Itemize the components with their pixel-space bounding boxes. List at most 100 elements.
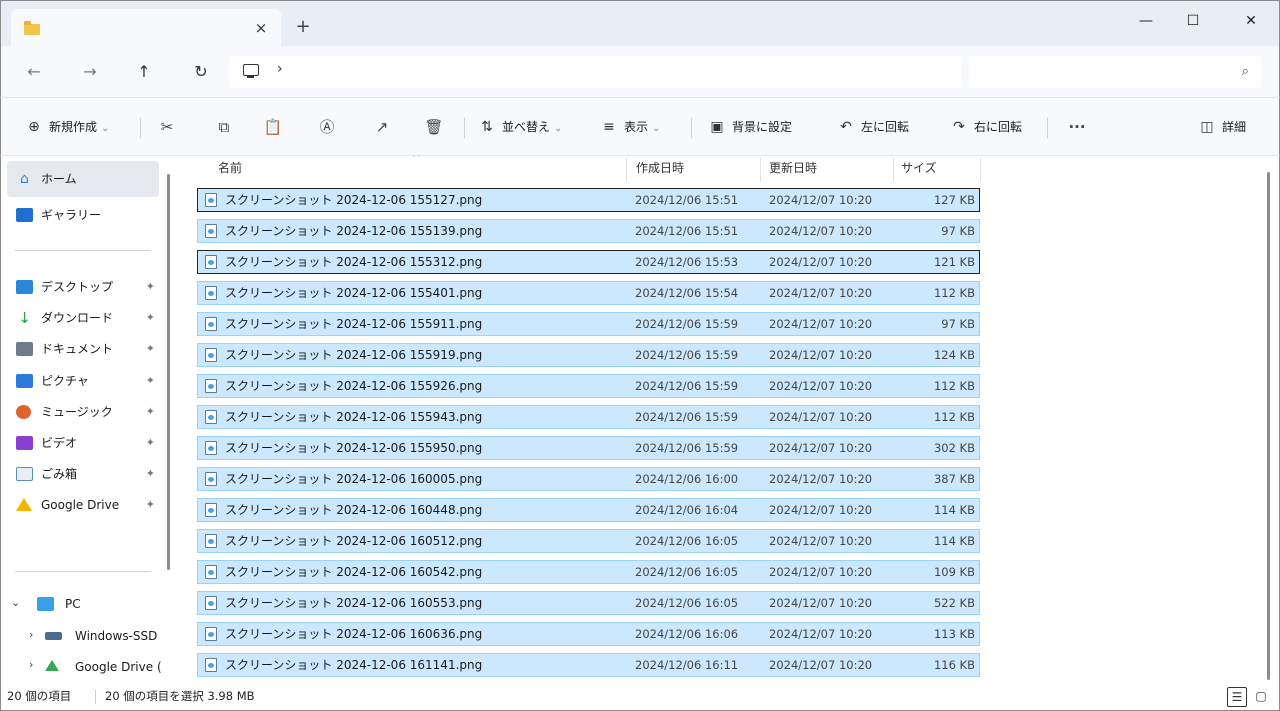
recycle-bin-icon bbox=[16, 467, 33, 481]
rotate-left-label: 左に回転 bbox=[861, 120, 910, 134]
minimize-button[interactable]: — bbox=[1126, 8, 1166, 34]
set-wallpaper-button[interactable]: ▣ 背景に設定 bbox=[708, 115, 792, 139]
sidebar-item-google-drive-drive[interactable]: Google Drive ( bbox=[41, 649, 161, 684]
file-row[interactable]: スクリーンショット 2024-12-06 155926.png 2024/12/0… bbox=[197, 374, 980, 398]
google-drive-icon bbox=[16, 498, 32, 511]
close-button[interactable]: ✕ bbox=[1231, 8, 1271, 34]
copy-button[interactable]: ⧉ bbox=[212, 115, 236, 139]
expand-pc-icon[interactable]: ⌄ bbox=[11, 596, 20, 609]
file-row[interactable]: スクリーンショット 2024-12-06 155139.png 2024/12/0… bbox=[197, 219, 980, 243]
more-options-button[interactable]: ··· bbox=[1065, 115, 1089, 139]
google-drive-icon bbox=[45, 660, 59, 671]
new-tab-button[interactable]: + bbox=[292, 16, 314, 38]
pin-icon[interactable]: ✦ bbox=[146, 331, 155, 367]
file-row[interactable]: スクリーンショット 2024-12-06 160553.png 2024/12/0… bbox=[197, 591, 980, 615]
tab-home[interactable]: × bbox=[11, 9, 281, 47]
forward-button[interactable]: → bbox=[77, 60, 103, 84]
sidebar-item-label: ビデオ bbox=[41, 436, 78, 450]
file-name: スクリーンショット 2024-12-06 155919.png bbox=[225, 348, 483, 362]
file-row[interactable]: スクリーンショット 2024-12-06 160636.png 2024/12/0… bbox=[197, 622, 980, 646]
image-file-icon bbox=[205, 410, 217, 424]
column-header-name[interactable]: 名前 bbox=[218, 156, 242, 184]
view-button[interactable]: ≡ 表示 ⌄ bbox=[600, 115, 660, 139]
delete-button[interactable]: 🗑 bbox=[422, 115, 446, 139]
file-row[interactable]: スクリーンショット 2024-12-06 155950.png 2024/12/0… bbox=[197, 436, 980, 460]
breadcrumb-chevron-icon[interactable]: › bbox=[277, 61, 283, 77]
sidebar-item-home[interactable]: ⌂ ホーム bbox=[7, 161, 159, 197]
file-row[interactable]: スクリーンショット 2024-12-06 161141.png 2024/12/0… bbox=[197, 653, 980, 677]
file-row[interactable]: スクリーンショット 2024-12-06 160448.png 2024/12/0… bbox=[197, 498, 980, 522]
cut-button[interactable]: ✂ bbox=[155, 115, 179, 139]
column-divider[interactable] bbox=[760, 158, 761, 182]
file-modified: 2024/12/07 10:20 bbox=[769, 224, 873, 238]
file-created: 2024/12/06 15:59 bbox=[635, 348, 739, 362]
file-row[interactable]: スクリーンショット 2024-12-06 155312.png 2024/12/0… bbox=[197, 250, 980, 274]
file-row[interactable]: スクリーンショット 2024-12-06 155127.png 2024/12/0… bbox=[197, 188, 980, 212]
up-button[interactable]: ↑ bbox=[131, 60, 157, 84]
maximize-button[interactable]: ☐ bbox=[1173, 8, 1213, 34]
file-list-scrollbar[interactable] bbox=[1267, 172, 1270, 680]
share-button[interactable]: ↗ bbox=[370, 115, 394, 139]
rename-button[interactable]: Ⓐ bbox=[315, 115, 339, 139]
expand-drive-icon[interactable]: › bbox=[29, 628, 33, 641]
file-row[interactable]: スクリーンショット 2024-12-06 155943.png 2024/12/0… bbox=[197, 405, 980, 429]
file-row[interactable]: スクリーンショット 2024-12-06 155919.png 2024/12/0… bbox=[197, 343, 980, 367]
chevron-down-icon: ⌄ bbox=[652, 123, 661, 134]
new-label: 新規作成 bbox=[49, 120, 98, 134]
status-divider bbox=[95, 690, 96, 704]
file-row[interactable]: スクリーンショット 2024-12-06 160542.png 2024/12/0… bbox=[197, 560, 980, 584]
details-view-button[interactable]: ☰ bbox=[1227, 687, 1247, 707]
navigation-pane: ⌂ ホーム ギャラリー デスクトップ ✦ ↓ ダウンロード ✦ ドキュメント ✦… bbox=[0, 156, 182, 684]
details-pane-button[interactable]: ◫ 詳細 bbox=[1198, 115, 1246, 139]
item-count: 20 個の項目 bbox=[7, 689, 72, 703]
file-name: スクリーンショット 2024-12-06 155139.png bbox=[225, 224, 483, 238]
file-size: 97 KB bbox=[941, 224, 975, 238]
file-modified: 2024/12/07 10:20 bbox=[769, 255, 873, 269]
file-row[interactable]: スクリーンショット 2024-12-06 160512.png 2024/12/0… bbox=[197, 529, 980, 553]
title-bar: × + — ☐ ✕ bbox=[0, 0, 1280, 47]
image-file-icon bbox=[205, 441, 217, 455]
rotate-right-button[interactable]: ↷ 右に回転 bbox=[950, 115, 1022, 139]
paste-button[interactable]: 📋 bbox=[261, 115, 285, 139]
column-header-size[interactable]: サイズ bbox=[901, 156, 937, 184]
file-name: スクリーンショット 2024-12-06 155401.png bbox=[225, 286, 483, 300]
back-button[interactable]: ← bbox=[21, 60, 47, 84]
sidebar-item-pc[interactable]: PC bbox=[31, 586, 161, 622]
sidebar-item-label: デスクトップ bbox=[41, 280, 114, 294]
toolbar-divider bbox=[464, 118, 465, 138]
column-header-created[interactable]: 作成日時 bbox=[636, 156, 684, 184]
column-header-modified[interactable]: 更新日時 bbox=[769, 156, 817, 184]
file-row[interactable]: スクリーンショット 2024-12-06 155911.png 2024/12/0… bbox=[197, 312, 980, 336]
tiles-view-button[interactable]: ▢ bbox=[1251, 687, 1271, 707]
address-bar: ← → ↑ ↻ › ⌕ bbox=[0, 46, 1280, 98]
file-row[interactable]: スクリーンショット 2024-12-06 155401.png 2024/12/0… bbox=[197, 281, 980, 305]
refresh-button[interactable]: ↻ bbox=[188, 60, 214, 84]
column-divider[interactable] bbox=[893, 158, 894, 182]
search-input[interactable]: ⌕ bbox=[969, 56, 1261, 88]
address-field[interactable]: › bbox=[229, 56, 961, 88]
rotate-left-button[interactable]: ↶ 左に回転 bbox=[837, 115, 909, 139]
tab-close-button[interactable]: × bbox=[250, 17, 272, 39]
file-name: スクリーンショット 2024-12-06 161141.png bbox=[225, 658, 483, 672]
rotate-right-icon: ↷ bbox=[953, 119, 965, 135]
sidebar-item-gallery[interactable]: ギャラリー bbox=[7, 197, 159, 233]
sidebar-scrollbar[interactable] bbox=[167, 174, 170, 570]
selection-info: 20 個の項目を選択 3.98 MB bbox=[105, 689, 255, 703]
column-divider[interactable] bbox=[626, 158, 627, 182]
sidebar-item-label: ドキュメント bbox=[41, 342, 114, 356]
image-file-icon bbox=[205, 224, 217, 238]
view-label: 表示 bbox=[624, 120, 649, 134]
sidebar-item-google-drive[interactable]: Google Drive ✦ bbox=[7, 487, 159, 523]
file-size: 121 KB bbox=[933, 255, 975, 269]
column-divider[interactable] bbox=[980, 158, 981, 182]
pin-icon[interactable]: ✦ bbox=[146, 487, 155, 523]
new-button[interactable]: ⊕ 新規作成 ⌄ bbox=[25, 115, 109, 139]
folder-icon bbox=[24, 21, 40, 35]
expand-drive-icon[interactable]: › bbox=[29, 658, 33, 671]
sort-ascending-icon: ^ bbox=[412, 156, 421, 164]
rotate-right-label: 右に回転 bbox=[974, 120, 1023, 134]
file-created: 2024/12/06 16:11 bbox=[635, 658, 739, 672]
sidebar-item-documents[interactable]: ドキュメント ✦ bbox=[7, 331, 159, 367]
file-row[interactable]: スクリーンショット 2024-12-06 160005.png 2024/12/0… bbox=[197, 467, 980, 491]
sort-button[interactable]: ⇅ 並べ替え ⌄ bbox=[478, 115, 562, 139]
